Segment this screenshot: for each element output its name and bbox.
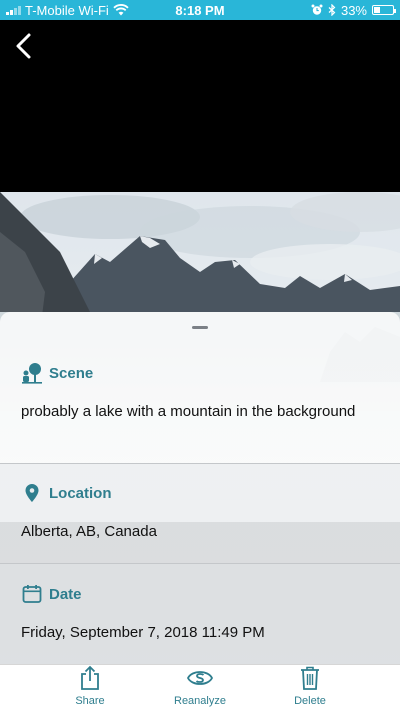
scene-title: Scene — [49, 364, 94, 382]
share-button[interactable]: Share — [40, 665, 140, 711]
status-bar: T-Mobile Wi-Fi 8:18 PM 33% — [0, 0, 400, 20]
bottom-toolbar: Share Reanalyze Delete — [0, 664, 400, 711]
header-area — [0, 20, 400, 192]
delete-button[interactable]: Delete — [260, 665, 360, 711]
divider — [0, 463, 400, 464]
reanalyze-icon — [186, 665, 214, 691]
carrier-name: T-Mobile Wi-Fi — [25, 2, 109, 18]
date-section: Date Friday, September 7, 2018 11:49 PM — [0, 581, 400, 643]
location-title: Location — [49, 484, 112, 502]
delete-label: Delete — [294, 695, 326, 707]
battery-percent: 33% — [340, 2, 367, 18]
share-icon — [79, 665, 101, 691]
date-value: Friday, September 7, 2018 11:49 PM — [21, 624, 265, 641]
location-value: Alberta, AB, Canada — [21, 523, 157, 540]
trash-icon — [299, 665, 321, 691]
divider — [0, 563, 400, 564]
alarm-icon — [311, 4, 323, 15]
back-button[interactable] — [10, 30, 38, 62]
scene-section: Scene probably a lake with a mountain in… — [0, 360, 400, 422]
location-header: Location — [21, 480, 379, 506]
wifi-icon — [113, 4, 129, 16]
battery-icon — [372, 5, 396, 15]
bluetooth-icon — [328, 4, 336, 16]
date-header: Date — [21, 581, 379, 607]
status-right: 33% — [311, 2, 396, 18]
location-pin-icon — [21, 482, 43, 504]
signal-bars-icon — [6, 5, 21, 15]
reanalyze-button[interactable]: Reanalyze — [150, 665, 250, 711]
status-left: T-Mobile Wi-Fi — [6, 3, 129, 18]
reanalyze-label: Reanalyze — [174, 695, 226, 707]
scene-icon — [21, 362, 43, 384]
details-sheet: Scene probably a lake with a mountain in… — [0, 312, 400, 664]
scene-header: Scene — [21, 360, 379, 386]
date-title: Date — [49, 585, 82, 603]
chevron-left-icon — [16, 33, 31, 59]
battery-fill — [374, 7, 380, 13]
scene-value: probably a lake with a mountain in the b… — [21, 403, 356, 420]
share-label: Share — [75, 695, 105, 707]
drag-handle[interactable] — [192, 326, 208, 329]
location-section: Location Alberta, AB, Canada — [0, 480, 400, 542]
calendar-icon — [21, 583, 43, 605]
